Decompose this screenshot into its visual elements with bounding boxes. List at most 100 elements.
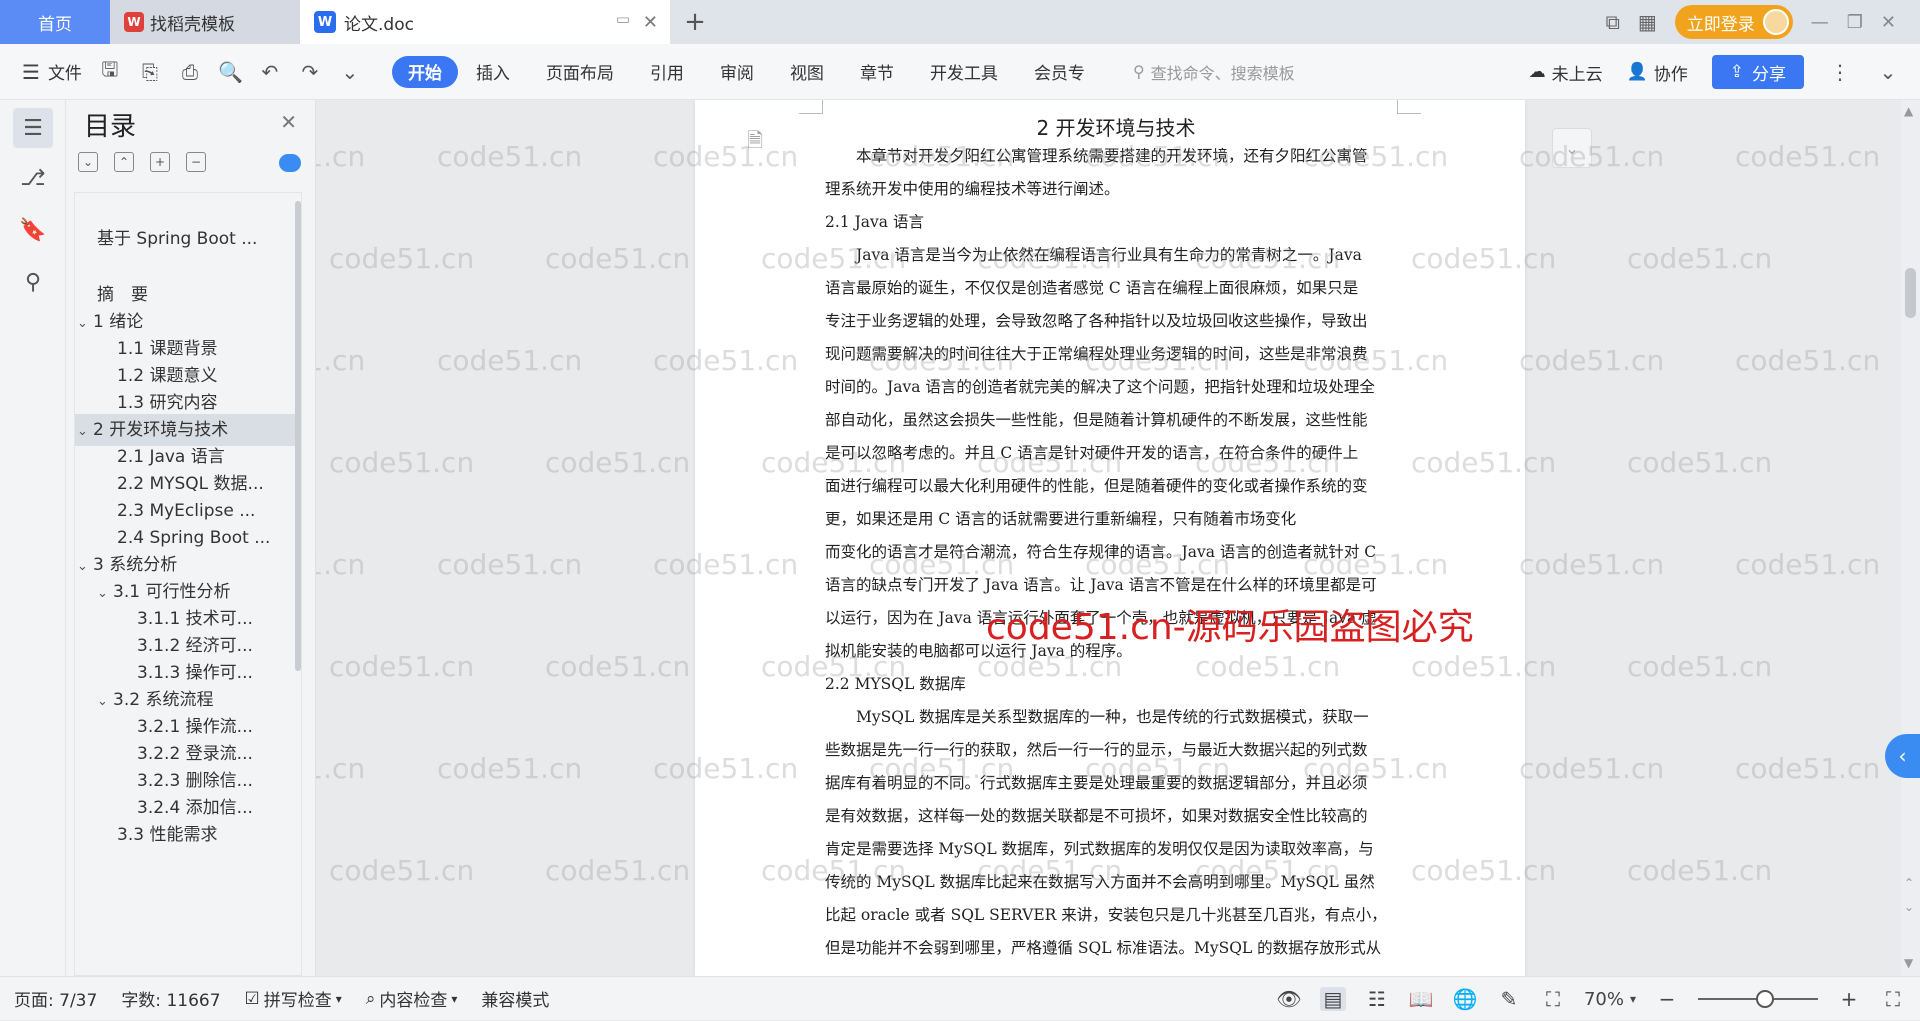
- outline-icon[interactable]: ⎇: [13, 158, 53, 198]
- reading-view-icon[interactable]: 📖: [1408, 987, 1434, 1011]
- toc-item-label: 3.1.2 经济可...: [137, 636, 253, 656]
- collapse-all-icon[interactable]: ⌄: [78, 152, 98, 172]
- spell-check-label: 拼写检查: [263, 991, 332, 1011]
- ribbon-tab[interactable]: 章节: [842, 56, 912, 88]
- expand-level-icon[interactable]: ⌃: [114, 152, 134, 172]
- find-icon[interactable]: ⚲: [13, 262, 53, 302]
- undo-icon[interactable]: ↶: [258, 60, 282, 84]
- tab-home[interactable]: 首页: [0, 0, 110, 44]
- watermark-grey: code51.cn: [316, 140, 366, 173]
- more-options-icon[interactable]: ⋮: [1828, 60, 1852, 84]
- watermark-grey: code51.cn: [1519, 752, 1665, 785]
- watermark-grey: code51.cn: [437, 140, 583, 173]
- paragraph-menu-icon[interactable]: 🗎: [747, 126, 763, 160]
- ribbon-tab[interactable]: 会员专: [1016, 56, 1103, 88]
- zoom-slider-knob[interactable]: [1756, 990, 1774, 1008]
- share-button[interactable]: ⇪ 分享: [1711, 55, 1804, 89]
- ribbon-tab[interactable]: 引用: [632, 56, 702, 88]
- restore-icon[interactable]: ❐: [1847, 12, 1863, 33]
- watermark-grey: code51.cn: [329, 650, 475, 683]
- ribbon-tab[interactable]: 开发工具: [912, 56, 1016, 88]
- close-tab-icon[interactable]: ✕: [643, 12, 658, 33]
- text-line: 是有效数据，这样每一处的数据关联都是不可损坏，如果对数据安全性比较高的: [825, 807, 1368, 825]
- toc-panel-icon[interactable]: ☰: [13, 108, 53, 148]
- apps-grid-icon[interactable]: ▦: [1638, 10, 1657, 34]
- chevron-down-icon: ▾: [451, 991, 458, 1006]
- prev-page-icon[interactable]: ⌃: [1904, 876, 1914, 890]
- scroll-thumb[interactable]: [1905, 268, 1916, 318]
- ribbon-tab[interactable]: 审阅: [702, 56, 772, 88]
- tab-templates-label: 找稻壳模板: [150, 14, 235, 35]
- write-mode-icon[interactable]: ✎: [1496, 987, 1522, 1011]
- content-check-button[interactable]: ⌕ 内容检查 ▾: [366, 986, 458, 1012]
- zoom-slider[interactable]: [1698, 990, 1818, 1008]
- section-heading-java: 2.1 Java 语言: [825, 213, 924, 231]
- toc-item-label: 3 系统分析: [93, 555, 178, 575]
- fit-page-icon[interactable]: ⛶: [1540, 987, 1566, 1011]
- reading-layout-icon[interactable]: ⧉: [1606, 10, 1620, 34]
- text-line: 面进行编程可以最大化利用硬件的性能，但是随着硬件的变化或者操作系统的变: [825, 477, 1368, 495]
- window-mode-icon[interactable]: ▭: [616, 10, 630, 28]
- redo-icon[interactable]: ↷: [298, 60, 322, 84]
- tab-templates[interactable]: W 找稻壳模板: [110, 0, 300, 44]
- toc-item-label: 2 开发环境与技术: [93, 420, 229, 440]
- minimize-icon[interactable]: —: [1811, 12, 1829, 33]
- eye-protect-icon[interactable]: 👁: [1276, 987, 1302, 1011]
- page-count[interactable]: 页面: 7/37: [14, 986, 97, 1011]
- avatar: [1762, 9, 1789, 35]
- zoom-level[interactable]: 70%: [1584, 989, 1624, 1010]
- zoom-out-icon[interactable]: −: [1654, 987, 1680, 1011]
- export-pdf-icon[interactable]: ⎘: [138, 60, 162, 84]
- smart-toc-toggle[interactable]: [279, 154, 301, 172]
- watermark-grey: code51.cn: [545, 446, 691, 479]
- command-search[interactable]: ⚲ 查找命令、搜索模板: [1133, 60, 1295, 84]
- outline-view-icon[interactable]: ☷: [1364, 987, 1390, 1011]
- chevron-down-icon[interactable]: ▾: [1630, 992, 1636, 1006]
- close-window-icon[interactable]: ✕: [1881, 12, 1896, 33]
- page-view-icon[interactable]: ▤: [1319, 987, 1346, 1011]
- scroll-down-icon[interactable]: ▼: [1904, 956, 1913, 970]
- toc-item-label: 基于 Spring Boot ...: [97, 229, 258, 249]
- toc-item[interactable]: 3.3 性能需求: [75, 819, 295, 851]
- tab-document[interactable]: W 论文.doc ▭ ✕: [300, 0, 670, 44]
- user-add-icon: 👤: [1626, 62, 1648, 82]
- collaborate-button[interactable]: 👤 协作: [1627, 60, 1688, 85]
- login-button[interactable]: 立即登录: [1674, 5, 1793, 39]
- scroll-up-icon[interactable]: ▲: [1904, 104, 1913, 118]
- save-icon[interactable]: 🖫: [98, 55, 122, 89]
- quick-access-dropdown-icon[interactable]: ⌄: [338, 60, 362, 84]
- bookmark-icon[interactable]: 🔖: [13, 210, 53, 250]
- spell-check-button[interactable]: ☑ 拼写检查 ▾: [245, 986, 342, 1012]
- collapse-ribbon-icon[interactable]: ⌄: [1876, 60, 1900, 84]
- next-page-icon[interactable]: ⌄: [1904, 900, 1914, 914]
- fullscreen-icon[interactable]: ⛶: [1880, 987, 1906, 1011]
- file-menu-label: 文件: [47, 64, 82, 84]
- ribbon-tab[interactable]: 页面布局: [528, 56, 632, 88]
- text-line: 本章节对开发夕阳红公寓管理系统需要搭建的开发环境，还有夕阳红公寓管: [856, 147, 1368, 165]
- vertical-scrollbar[interactable]: ▲ ⌃ ⌄ ▼: [1901, 100, 1920, 976]
- document-canvas: 🗎 2 开发环境与技术 本章节对开发夕阳红公寓管理系统需要搭建的开发环境，还有夕…: [316, 100, 1901, 976]
- remove-heading-icon[interactable]: −: [186, 152, 206, 172]
- word-count[interactable]: 字数: 11667: [121, 986, 220, 1011]
- watermark-grey: code51.cn: [545, 242, 691, 275]
- file-menu[interactable]: ☰ 文件: [22, 59, 82, 85]
- ribbon-tab[interactable]: 视图: [772, 56, 842, 88]
- comment-panel-icon[interactable]: ⌄: [1552, 128, 1592, 168]
- text-line: 理系统开发中使用的编程技术等进行阐述。: [825, 180, 1120, 198]
- ribbon-tab[interactable]: 插入: [458, 56, 528, 88]
- ribbon-tab[interactable]: 开始: [391, 55, 458, 88]
- zoom-in-icon[interactable]: +: [1836, 987, 1862, 1011]
- print-preview-icon[interactable]: 🔍: [218, 60, 243, 84]
- cloud-status[interactable]: ☁ 未上云: [1529, 60, 1603, 85]
- add-heading-icon[interactable]: +: [150, 152, 170, 172]
- close-panel-icon[interactable]: ✕: [280, 110, 297, 134]
- print-icon[interactable]: ⎙: [178, 60, 202, 84]
- document-page[interactable]: 🗎 2 开发环境与技术 本章节对开发夕阳红公寓管理系统需要搭建的开发环境，还有夕…: [695, 100, 1525, 976]
- watermark-grey: code51.cn: [329, 446, 475, 479]
- toc-item[interactable]: 基于 Spring Boot ...: [75, 223, 295, 255]
- toc-scrollbar[interactable]: [295, 201, 301, 671]
- web-view-icon[interactable]: 🌐: [1452, 987, 1478, 1011]
- watermark-grey: code51.cn: [1519, 344, 1665, 377]
- new-tab-button[interactable]: +: [670, 0, 720, 44]
- tab-home-label: 首页: [38, 14, 72, 35]
